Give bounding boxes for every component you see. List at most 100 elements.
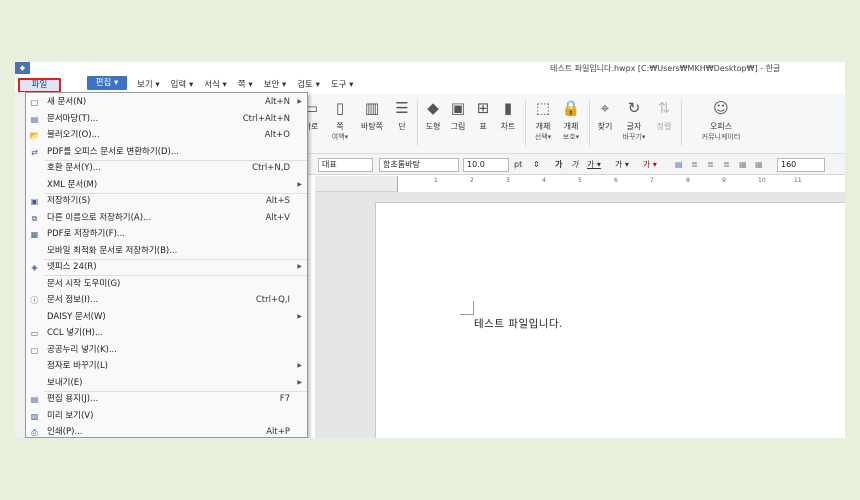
menu-item-label: 넷피스 24(R) — [47, 262, 97, 272]
table-icon: ⊞ — [476, 99, 490, 117]
sort-icon: ⇅ — [657, 99, 671, 117]
align-justify-icon[interactable]: ≣ — [723, 158, 730, 172]
font-select[interactable]: 함초롬바탕 — [379, 158, 459, 172]
file-menu-item[interactable]: ▦ PDF로 저장하기(F)... — [26, 226, 307, 243]
menu-page[interactable]: 쪽 ▾ — [238, 78, 253, 90]
file-menu-item[interactable]: 호환 문서(Y)... Ctrl+N,D — [26, 160, 307, 177]
menu-item-icon: ⓘ — [30, 296, 39, 305]
menu-item-label: 다른 이름으로 저장하기(A)... — [47, 212, 152, 223]
margin-corner-mark — [460, 301, 474, 315]
menu-view[interactable]: 보기 ▾ — [137, 78, 160, 90]
menu-item-label: 호환 문서(Y)... — [47, 163, 101, 173]
master-page-icon: ▥ — [364, 99, 380, 117]
underline-button[interactable]: 가 ▾ — [587, 158, 601, 172]
horizontal-ruler[interactable]: 1 2 3 4 5 6 7 8 9 10 11 — [315, 176, 845, 192]
ribbon-office-communicator[interactable]: ☺ 오피스 커뮤니케이터 — [691, 98, 751, 143]
menu-insert[interactable]: 입력 ▾ — [171, 78, 194, 90]
ribbon-picture[interactable]: ▣ 그림 — [447, 98, 469, 132]
menu-item-shortcut: Alt+N — [265, 97, 290, 107]
ribbon-chart[interactable]: ▮ 차트 — [497, 98, 519, 132]
file-menu-item[interactable]: ▧ 미리 보기(V) — [26, 408, 307, 425]
ribbon-find[interactable]: ⌖ 찾기 — [593, 98, 617, 132]
font-size-select[interactable]: 10.0 — [463, 158, 509, 172]
align-center-icon[interactable]: ≣ — [691, 158, 698, 172]
menu-item-icon: ⧉ — [31, 213, 38, 223]
file-menu-item[interactable]: 모바일 최적화 문서로 저장하기(B)... — [26, 243, 307, 260]
char-change-icon: ↻ — [627, 99, 641, 117]
file-menu-item[interactable]: ▤ 문서마당(T)... Ctrl+Alt+N — [26, 111, 307, 128]
menu-item-shortcut: Alt+S — [265, 196, 290, 206]
align-left-icon[interactable]: ▤ — [675, 158, 683, 172]
style-select[interactable]: 대표 — [318, 158, 373, 172]
object-protect-icon: 🔒 — [561, 99, 581, 117]
file-menu-item[interactable]: ◈ 넷피스 24(R) ▶ — [26, 259, 307, 276]
font-size-stepper[interactable]: ⇕ — [533, 158, 540, 172]
menu-item-icon: ◈ — [31, 263, 38, 272]
document-text[interactable]: 테스트 파일입니다. — [474, 316, 563, 331]
menu-security[interactable]: 보안 ▾ — [264, 78, 287, 90]
strikethrough-button[interactable]: 가 ▾ — [615, 158, 629, 172]
file-menu-item[interactable]: DAISY 문서(W) ▶ — [26, 309, 307, 326]
ribbon-columns[interactable]: ☰ 단 — [391, 98, 413, 132]
menu-edit[interactable]: 편집 ▾ — [87, 76, 127, 90]
file-menu-item[interactable]: ⎙ 인쇄(P)... Alt+P — [26, 424, 307, 437]
file-menu-item[interactable]: □ 새 문서(N) Alt+N ▶ — [26, 94, 307, 111]
ribbon-table[interactable]: ⊞ 표 — [472, 98, 494, 132]
menu-tools[interactable]: 도구 ▾ — [331, 78, 354, 90]
menu-item-label: 저장하기(S) — [47, 196, 91, 206]
italic-button[interactable]: 가 — [571, 158, 578, 172]
file-menu-item[interactable]: 보내기(E) ▶ — [26, 375, 307, 392]
submenu-arrow-icon: ▶ — [297, 312, 302, 320]
ribbon-sort[interactable]: ⇅ 정렬 — [653, 98, 675, 132]
menu-item-shortcut: Ctrl+Q,I — [255, 295, 290, 305]
menu-item-icon — [29, 361, 40, 372]
file-menu-item[interactable]: ▤ 편집 용지(J)... F7 — [26, 391, 307, 408]
menu-format[interactable]: 서식 ▾ — [204, 78, 227, 90]
font-size-unit: pt — [514, 160, 523, 169]
file-menu-item[interactable]: ⇄ PDF를 오피스 문서로 변환하기(D)... — [26, 144, 307, 161]
title-bar: ◆ 테스트 파일입니다.hwpx [C:₩Users₩MKH₩Desktop₩]… — [15, 62, 845, 75]
menu-item-icon: 📂 — [29, 131, 40, 140]
chart-icon: ▮ — [503, 99, 513, 117]
ribbon-object-select[interactable]: ⬚ 개체 선택▾ — [531, 98, 555, 143]
ribbon-shape[interactable]: ◆ 도형 — [422, 98, 444, 132]
file-menu-item[interactable]: ⓘ 문서 정보(I)... Ctrl+Q,I — [26, 292, 307, 309]
bold-button[interactable]: 가 — [555, 158, 562, 172]
file-menu-item[interactable]: ▢ 공공누리 넣기(K)... — [26, 342, 307, 359]
menu-item-icon: ▭ — [30, 329, 39, 338]
menu-item-label: PDF를 오피스 문서로 변환하기(D)... — [47, 146, 179, 157]
ribbon-object-protect[interactable]: 🔒 개체 보호▾ — [559, 98, 583, 143]
file-menu-item[interactable]: 문서 시작 도우미(G) — [26, 276, 307, 293]
align-divide-icon[interactable]: ▦ — [755, 158, 763, 172]
align-distribute-icon[interactable]: ▦ — [739, 158, 747, 172]
page-margin-icon: ▯ — [335, 99, 345, 117]
ribbon-page-margin[interactable]: ▯ 쪽 여백▾ — [327, 98, 353, 143]
file-menu-item[interactable]: ⧉ 다른 이름으로 저장하기(A)... Alt+V — [26, 210, 307, 227]
document-page[interactable]: 테스트 파일입니다. — [375, 202, 845, 438]
ribbon-master-page[interactable]: ▥ 바탕쪽 — [357, 98, 387, 132]
ribbon-char-change[interactable]: ↻ 글자 바꾸기▾ — [619, 98, 649, 143]
file-menu-item[interactable]: XML 문서(M) ▶ — [26, 177, 307, 194]
menu-file[interactable]: 파일 — [18, 78, 61, 93]
shape-icon: ◆ — [427, 99, 439, 117]
menu-item-label: XML 문서(M) — [47, 179, 98, 190]
menu-item-icon — [29, 378, 40, 389]
font-color-button[interactable]: 가 ▾ — [643, 158, 657, 172]
menu-bar: 파일 편집 ▾ 보기 ▾ 입력 ▾ 서식 ▾ 쪽 ▾ 보안 ▾ 검토 ▾ 도구 … — [15, 75, 845, 93]
submenu-arrow-icon: ▶ — [297, 180, 302, 188]
ruler-scale: 1 2 3 4 5 6 7 8 9 10 11 — [397, 176, 845, 192]
window-title: 테스트 파일입니다.hwpx [C:₩Users₩MKH₩Desktop₩] -… — [550, 64, 781, 73]
file-menu-item[interactable]: ▣ 저장하기(S) Alt+S — [26, 193, 307, 210]
file-menu-item[interactable]: 점자로 바꾸기(L) ▶ — [26, 358, 307, 375]
object-select-icon: ⬚ — [535, 99, 551, 117]
zoom-select[interactable]: 160 — [777, 158, 825, 172]
menu-item-label: 보내기(E) — [47, 377, 83, 388]
picture-icon: ▣ — [450, 99, 466, 117]
submenu-arrow-icon: ▶ — [297, 362, 302, 369]
menu-item-shortcut: Alt+O — [264, 130, 290, 140]
file-menu-item[interactable]: ▭ CCL 넣기(H)... — [26, 325, 307, 342]
menu-review[interactable]: 검토 ▾ — [297, 78, 320, 90]
menu-item-shortcut: Alt+P — [266, 427, 290, 437]
file-menu-item[interactable]: 📂 불러오기(O)... Alt+O — [26, 127, 307, 144]
align-right-icon[interactable]: ≣ — [707, 158, 714, 172]
